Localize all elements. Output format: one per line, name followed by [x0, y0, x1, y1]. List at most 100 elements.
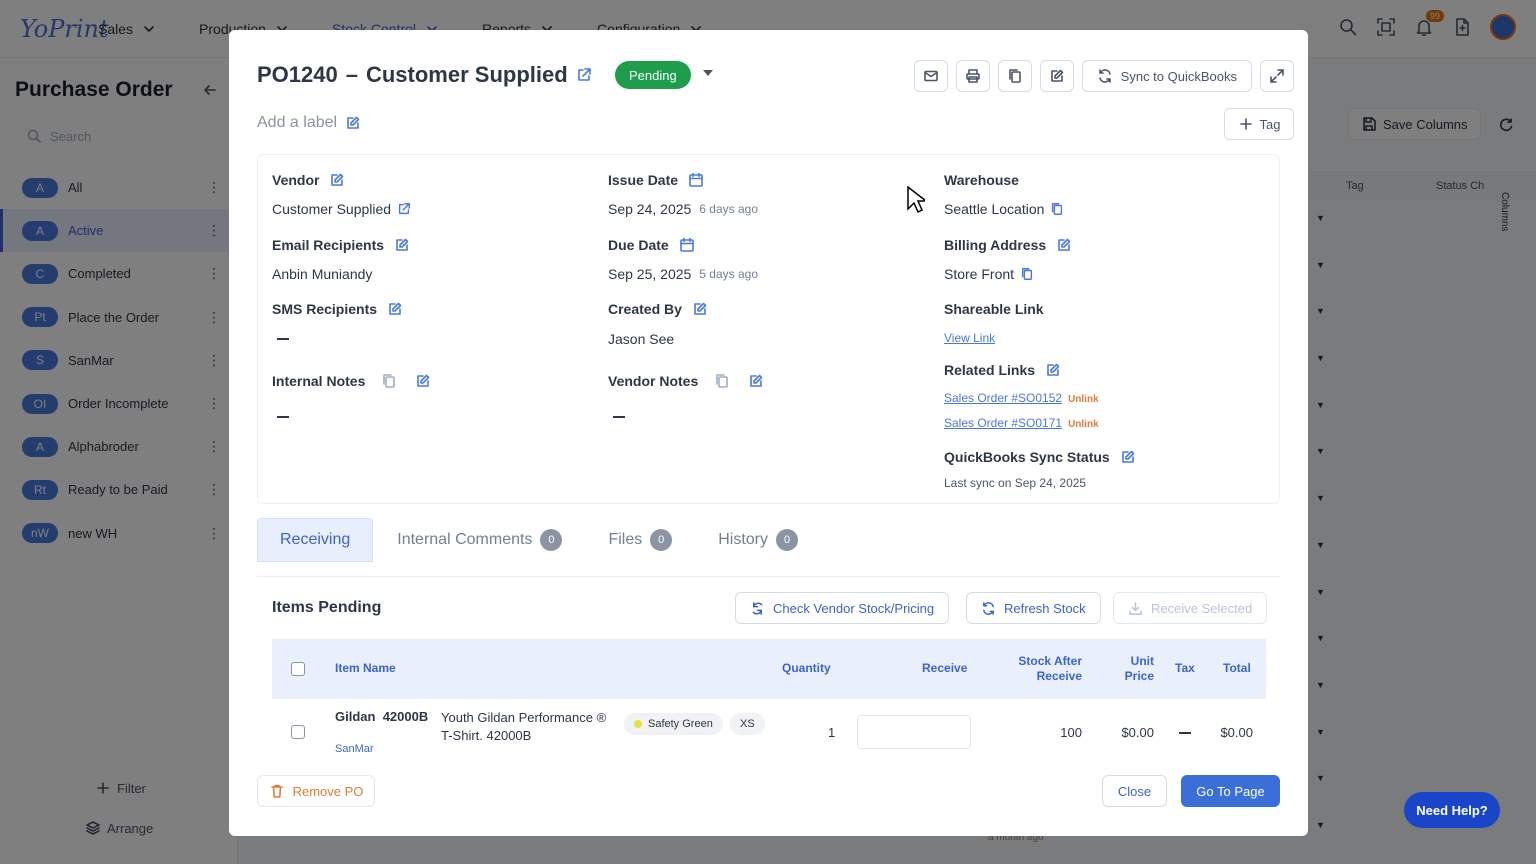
copy-icon[interactable] — [1020, 267, 1034, 281]
edit-icon[interactable] — [1120, 449, 1136, 465]
copy-icon[interactable] — [381, 373, 397, 389]
quickbooks-sync-label: QuickBooks Sync Status — [944, 449, 1136, 465]
status-badge[interactable]: Pending — [615, 61, 691, 89]
copy-icon — [1008, 69, 1021, 83]
empty-value-dash — [277, 338, 289, 340]
item-vendor-link[interactable]: SanMar — [335, 743, 374, 755]
tab-files[interactable]: Files 0 — [586, 518, 694, 562]
tab-receiving[interactable]: Receiving — [257, 518, 374, 562]
item-quantity: 1 — [828, 725, 836, 740]
print-button[interactable] — [955, 60, 990, 92]
email-recipients-value: Anbin Muniandy — [272, 266, 373, 282]
edit-icon — [1050, 69, 1063, 82]
internal-notes-label: Internal Notes — [272, 373, 431, 389]
check-vendor-stock-button[interactable]: Check Vendor Stock/Pricing — [735, 592, 950, 624]
tab-count-badge: 0 — [650, 529, 673, 551]
issue-date-relative: 6 days ago — [699, 202, 759, 216]
th-item-name: Item Name — [335, 661, 396, 675]
related-links-label: Related Links — [944, 362, 1061, 378]
status-dropdown-icon[interactable] — [703, 70, 713, 76]
edit-button[interactable] — [1039, 60, 1074, 92]
copy-icon[interactable] — [1050, 202, 1064, 216]
refresh-stock-button[interactable]: Refresh Stock — [966, 592, 1101, 624]
color-chip: Safety Green — [624, 713, 723, 735]
item-description: Youth Gildan Performance ® T-Shirt. 42000… — [441, 710, 607, 743]
due-date-value: Sep 25, 2025 5 days ago — [608, 266, 759, 282]
copy-icon[interactable] — [714, 373, 730, 389]
items-pending-title: Items Pending — [272, 599, 382, 616]
warehouse-label: Warehouse — [944, 172, 1019, 188]
warehouse-value: Seattle Location — [944, 201, 1064, 217]
item-unit-price: $0.00 — [1121, 725, 1154, 740]
vendor-title: Customer Supplied — [365, 62, 568, 87]
header-actions: Sync to QuickBooks — [913, 60, 1294, 92]
unlink-button[interactable]: Unlink — [1068, 394, 1099, 405]
vendor-notes-label: Vendor Notes — [608, 373, 764, 389]
billing-address-label: Billing Address — [944, 237, 1072, 253]
external-link-icon[interactable] — [397, 202, 411, 216]
go-to-page-button[interactable]: Go To Page — [1181, 775, 1280, 807]
due-date-label: Due Date — [608, 237, 695, 253]
edit-icon[interactable] — [387, 301, 403, 317]
edit-icon[interactable] — [394, 237, 410, 253]
unlink-button[interactable]: Unlink — [1068, 419, 1099, 430]
add-label-button[interactable]: Add a label — [257, 114, 361, 132]
issue-date-label: Issue Date — [608, 172, 704, 188]
need-help-button[interactable]: Need Help? — [1404, 792, 1500, 828]
tab-count-badge: 0 — [540, 529, 563, 551]
view-link[interactable]: View Link — [944, 331, 995, 345]
tab-internal-comments[interactable]: Internal Comments 0 — [375, 518, 584, 562]
size-chip: XS — [730, 713, 765, 735]
edit-icon[interactable] — [329, 172, 345, 188]
refresh-icon — [983, 601, 994, 615]
tab-history[interactable]: History 0 — [696, 518, 820, 562]
edit-icon[interactable] — [692, 301, 708, 317]
billing-address-value: Store Front — [944, 266, 1034, 282]
vendor-value: Customer Supplied — [272, 201, 411, 217]
sync-icon — [752, 601, 763, 615]
calendar-icon[interactable] — [679, 237, 695, 253]
color-swatch — [634, 720, 642, 728]
remove-po-button[interactable]: Remove PO — [257, 775, 375, 807]
related-link-so0171[interactable]: Sales Order #SO0171 Unlink — [944, 416, 1099, 430]
row-checkbox[interactable] — [291, 725, 305, 739]
plus-icon — [1239, 118, 1252, 130]
expand-icon — [1270, 69, 1284, 83]
close-button[interactable]: Close — [1102, 775, 1167, 807]
printer-icon — [965, 69, 980, 83]
th-total: Total — [1223, 661, 1251, 675]
receive-selected-button[interactable]: Receive Selected — [1113, 592, 1268, 624]
item-stock-after: 100 — [1060, 725, 1082, 740]
calendar-icon[interactable] — [688, 172, 704, 188]
th-unit-price: Unit Price — [1124, 654, 1154, 683]
items-pending-section: Items Pending Check Vendor Stock/Pricing… — [257, 576, 1280, 766]
page-title: PO1240 – Customer Supplied — [257, 62, 592, 88]
purchase-order-modal: PO1240 – Customer Supplied Pending Sync … — [229, 30, 1308, 836]
item-brand-sku: Gildan 42000B — [335, 709, 429, 724]
mail-icon — [923, 70, 938, 82]
edit-icon[interactable] — [1056, 237, 1072, 253]
external-link-icon[interactable] — [576, 67, 592, 83]
trash-icon — [270, 784, 283, 798]
edit-icon — [347, 116, 360, 129]
sms-recipients-label: SMS Recipients — [272, 301, 403, 317]
add-tag-button[interactable]: Tag — [1224, 108, 1294, 140]
quickbooks-sync-value: Last sync on Sep 24, 2025 — [944, 476, 1087, 490]
th-quantity: Quantity — [782, 661, 831, 675]
sync-quickbooks-button[interactable]: Sync to QuickBooks — [1081, 60, 1252, 92]
receive-quantity-input[interactable] — [857, 715, 971, 749]
edit-icon[interactable] — [415, 373, 431, 389]
edit-icon[interactable] — [1045, 362, 1061, 378]
email-button[interactable] — [913, 60, 948, 92]
empty-value-dash — [613, 416, 625, 418]
select-all-checkbox[interactable] — [291, 662, 305, 676]
th-tax: Tax — [1175, 661, 1195, 675]
po-number: PO1240 — [257, 62, 338, 87]
edit-icon[interactable] — [748, 373, 764, 389]
expand-button[interactable] — [1260, 60, 1294, 92]
related-link-so0152[interactable]: Sales Order #SO0152 Unlink — [944, 391, 1099, 405]
duplicate-button[interactable] — [997, 60, 1032, 92]
th-receive: Receive — [922, 661, 968, 675]
due-date-relative: 5 days ago — [699, 267, 759, 281]
download-icon — [1129, 601, 1142, 615]
